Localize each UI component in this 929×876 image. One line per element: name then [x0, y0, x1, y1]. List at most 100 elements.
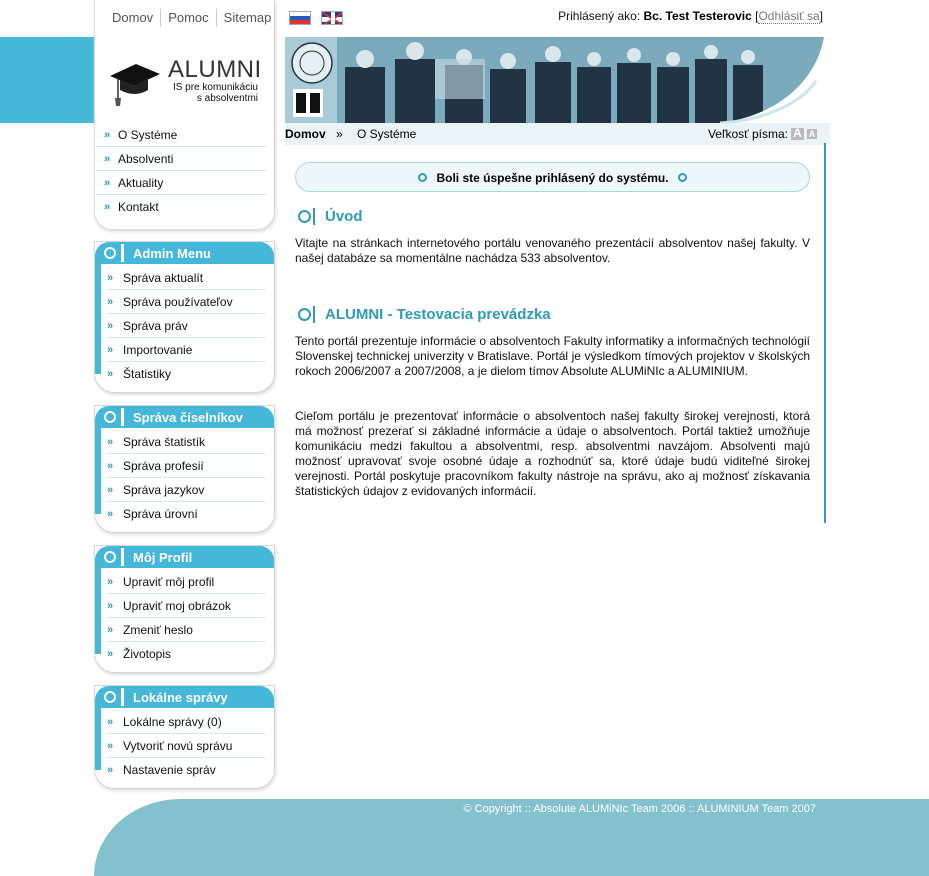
sidebar-label: Správa úrovní: [123, 507, 198, 521]
nav-label: Aktuality: [118, 175, 164, 190]
sidebar-item-sprava-pouzivatelov[interactable]: » Správa používateľov: [107, 290, 266, 314]
section-text-alumni-2: Cieľom portálu je prezentovať informácie…: [295, 409, 810, 498]
sidebar-label: Zmeniť heslo: [123, 622, 193, 637]
section-heading-uvod: Úvod: [325, 208, 363, 225]
nav-item-absolventi[interactable]: » Absolventi: [94, 147, 267, 171]
double-chevron-icon: »: [104, 152, 111, 165]
profil-title: Môj Profil: [133, 550, 193, 565]
admin-menu-box: Admin Menu » Správa aktualít » Správa použ…: [94, 241, 275, 393]
sidebar-label: Správa jazykov: [123, 482, 205, 497]
breadcrumb-separator: »: [336, 127, 343, 141]
font-size-small-button[interactable]: A: [807, 129, 817, 139]
profil-box: Môj Profil » Upraviť môj profil » Upraviť …: [94, 545, 275, 673]
copyright-text: © Copyright :: Absolute ALUMiNIc Team 20…: [463, 803, 816, 815]
sidebar-item-sprava-aktualit[interactable]: » Správa aktualít: [107, 266, 266, 290]
sidebar-item-sprava-urovni[interactable]: » Správa úrovní: [107, 502, 266, 526]
sidebar-label: Upraviť môj profil: [123, 574, 215, 589]
double-chevron-icon: »: [107, 764, 114, 776]
sidebar-label: Nastavenie správ: [123, 763, 216, 777]
ciselniky-box: Správa číselníkov » Správa štatistík » Spr…: [94, 405, 275, 533]
ring-icon: [678, 173, 687, 182]
sidebar-item-zmenit-heslo[interactable]: » Zmeniť heslo: [107, 618, 266, 642]
sidebar-item-vytvorit-spravu[interactable]: » Vytvoriť novú správu: [107, 734, 266, 758]
sidebar-item-statistiky[interactable]: » Štatistiky: [107, 362, 266, 386]
double-chevron-icon: »: [107, 623, 114, 636]
sidebar-label: Správa používateľov: [123, 294, 233, 309]
heading-bar: [313, 208, 315, 225]
double-chevron-icon: »: [104, 176, 111, 189]
heading-bar: [313, 306, 315, 323]
double-chevron-icon: »: [107, 483, 114, 496]
section-text-alumni-1: Tento portál prezentuje informácie o abs…: [295, 334, 810, 378]
sidebar-item-sprava-statistik[interactable]: » Správa štatistík: [107, 430, 266, 454]
font-size-large-button[interactable]: A: [791, 127, 804, 140]
sidebar-label: Správa aktualít: [123, 270, 204, 285]
lokalne-spravy-title: Lokálne správy: [133, 690, 228, 705]
sidebar-item-upravit-profil[interactable]: » Upraviť môj profil: [107, 570, 266, 594]
login-user: Bc. Test Testerovic: [643, 9, 752, 23]
double-chevron-icon: »: [107, 648, 114, 660]
section-heading-alumni: ALUMNI - Testovacia prevádzka: [325, 306, 551, 323]
sidebar-label: Správa práv: [123, 318, 188, 333]
nav-item-kontakt[interactable]: » Kontakt: [94, 195, 267, 219]
double-chevron-icon: »: [107, 599, 114, 612]
sidebar-label: Vytvoriť novú správu: [123, 738, 233, 753]
logout-link[interactable]: Odhlásiť sa: [758, 9, 820, 24]
sidebar-item-sprava-jazykov[interactable]: » Správa jazykov: [107, 478, 266, 502]
sidebar-label: Lokálne správy (0): [123, 714, 222, 729]
sidebar-item-sprava-profesii[interactable]: » Správa profesií: [107, 454, 266, 478]
double-chevron-icon: »: [107, 739, 114, 752]
double-chevron-icon: »: [107, 368, 114, 380]
ring-icon: [104, 551, 116, 563]
double-chevron-icon: »: [107, 435, 114, 448]
login-info: Prihlásený ako: Bc. Test Testerovic [Odh…: [558, 9, 823, 24]
ring-icon: [104, 247, 116, 259]
admin-menu-title: Admin Menu: [133, 246, 211, 261]
sidebar-label: Správa štatistík: [123, 434, 206, 449]
breadcrumb-current: O Systéme: [357, 127, 417, 141]
nav-label: Absolventi: [118, 151, 174, 166]
double-chevron-icon: »: [107, 343, 114, 356]
double-chevron-icon: »: [104, 128, 111, 141]
nav-item-aktuality[interactable]: » Aktuality: [94, 171, 267, 195]
sidebar-label: Importovanie: [123, 342, 193, 357]
font-size-label: Veľkosť písma:: [707, 127, 788, 141]
sidebar-item-sprava-prav[interactable]: » Správa práv: [107, 314, 266, 338]
ring-icon: [104, 411, 116, 423]
sidebar-label: Správa profesií: [123, 458, 204, 473]
double-chevron-icon: »: [107, 459, 114, 472]
double-chevron-icon: »: [104, 201, 111, 213]
english-flag-icon[interactable]: [321, 11, 343, 25]
login-notice: Boli ste úspešne prihlásený do systému.: [295, 162, 810, 192]
lokalne-spravy-box: Lokálne správy » Lokálne správy (0) » Vytv…: [94, 685, 275, 789]
double-chevron-icon: »: [107, 319, 114, 332]
font-size-control: Veľkosť písma: A A: [708, 127, 817, 141]
login-prefix: Prihlásený ako:: [558, 9, 641, 23]
sidebar-item-lokalne-spravy[interactable]: » Lokálne správy (0): [107, 710, 266, 734]
ring-icon: [104, 691, 116, 703]
double-chevron-icon: »: [107, 271, 114, 284]
sidebar-item-zivotopis[interactable]: » Životopis: [107, 642, 266, 666]
double-chevron-icon: »: [107, 575, 114, 588]
sidebar-item-upravit-obrazok[interactable]: » Upraviť moj obrázok: [107, 594, 266, 618]
slovak-flag-icon[interactable]: [289, 11, 311, 25]
content-border: [824, 143, 826, 523]
sidebar-label: Štatistiky: [123, 367, 172, 381]
nav-label: O Systéme: [118, 127, 178, 142]
breadcrumb-home[interactable]: Domov: [285, 127, 326, 141]
section-text-uvod: Vitajte na stránkach internetového portá…: [295, 236, 810, 265]
banner-wave: [720, 37, 830, 123]
sidebar-label: Životopis: [123, 647, 172, 661]
main-nav: » O Systéme » Absolventi » Aktuality » Konta…: [94, 123, 275, 219]
header-band: [0, 37, 95, 123]
double-chevron-icon: »: [107, 508, 114, 520]
sidebar-item-nastavenie-sprav[interactable]: » Nastavenie správ: [107, 758, 266, 782]
ring-icon: [298, 308, 311, 321]
login-notice-text: Boli ste úspešne prihlásený do systému.: [436, 171, 669, 185]
nav-label: Kontakt: [118, 200, 159, 214]
nav-item-o-systeme[interactable]: » O Systéme: [94, 123, 267, 147]
double-chevron-icon: »: [107, 715, 114, 728]
double-chevron-icon: »: [107, 295, 114, 308]
sidebar-item-importovanie[interactable]: » Importovanie: [107, 338, 266, 362]
sidebar-label: Upraviť moj obrázok: [123, 598, 231, 613]
